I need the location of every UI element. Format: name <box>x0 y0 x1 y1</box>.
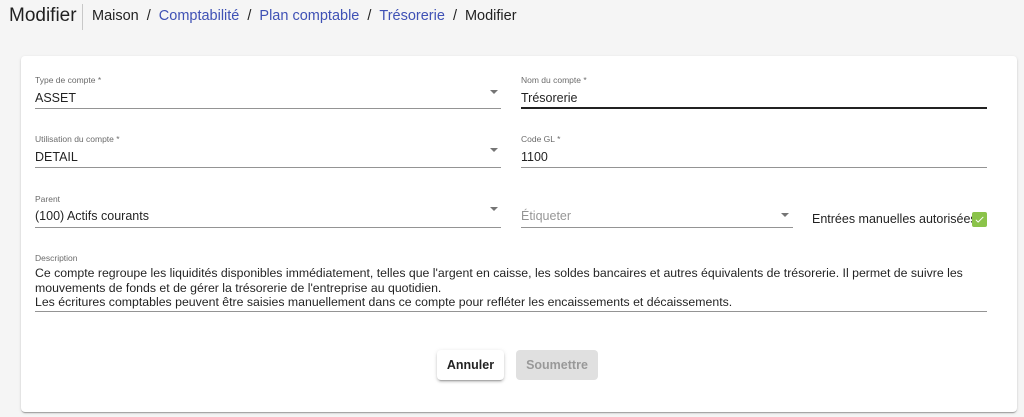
account-name-field[interactable]: Nom du compte * Trésorerie <box>521 75 987 110</box>
gl-code-underline <box>521 167 987 168</box>
account-name-underline <box>521 107 987 109</box>
description-line-1: Ce compte regroupe les liquidités dispon… <box>35 266 963 295</box>
account-type-label: Type de compte * <box>35 75 102 85</box>
breadcrumb-separator: / <box>146 8 151 24</box>
breadcrumb-separator: / <box>247 8 252 24</box>
breadcrumb-treasury-link[interactable]: Trésorerie <box>379 8 445 24</box>
breadcrumb-separator: / <box>367 8 372 24</box>
check-icon <box>975 216 984 223</box>
title-divider <box>82 4 83 30</box>
account-usage-select[interactable]: Utilisation du compte * DETAIL <box>35 134 501 169</box>
chevron-down-icon <box>781 213 789 217</box>
gl-code-field[interactable]: Code GL * 1100 <box>521 134 987 169</box>
parent-value: (100) Actifs courants <box>35 209 149 223</box>
account-type-value: ASSET <box>35 91 76 105</box>
breadcrumb-separator: / <box>452 8 457 24</box>
account-usage-label: Utilisation du compte * <box>35 134 120 144</box>
parent-select[interactable]: Parent (100) Actifs courants <box>35 194 501 229</box>
gl-code-label: Code GL * <box>521 134 561 144</box>
account-name-label: Nom du compte * <box>521 75 587 85</box>
cancel-button[interactable]: Annuler <box>437 350 504 380</box>
description-line-2: Les écritures comptables peuvent être sa… <box>35 295 733 309</box>
tag-placeholder: Étiqueter <box>521 209 572 223</box>
parent-underline <box>35 227 501 228</box>
chevron-down-icon <box>490 207 498 211</box>
description-underline <box>35 311 987 312</box>
account-usage-value: DETAIL <box>35 150 78 164</box>
breadcrumb-accounting-link[interactable]: Comptabilité <box>159 8 240 24</box>
breadcrumb-current: Modifier <box>464 8 517 24</box>
breadcrumb: Maison / Comptabilité / Plan comptable /… <box>92 8 517 24</box>
manual-entries-checkbox[interactable] <box>972 212 987 227</box>
account-type-underline <box>35 108 501 109</box>
submit-button[interactable]: Soumettre <box>516 350 598 380</box>
manual-entries-label: Entrées manuelles autorisées <box>812 212 977 226</box>
tag-select[interactable]: Étiqueter <box>521 194 793 229</box>
breadcrumb-chart-of-accounts-link[interactable]: Plan comptable <box>259 8 359 24</box>
tag-underline <box>521 227 793 228</box>
chevron-down-icon <box>490 148 498 152</box>
account-name-value: Trésorerie <box>521 91 578 105</box>
parent-label: Parent <box>35 194 61 204</box>
account-type-select[interactable]: Type de compte * ASSET <box>35 75 501 110</box>
gl-code-value: 1100 <box>521 150 548 164</box>
description-textarea[interactable]: Ce compte regroupe les liquidités dispon… <box>35 266 980 310</box>
page-title: Modifier <box>9 5 77 26</box>
breadcrumb-home: Maison <box>92 8 139 24</box>
page-header: Modifier Maison / Comptabilité / Plan co… <box>0 0 1024 34</box>
description-label: Description <box>35 253 78 263</box>
chevron-down-icon <box>490 90 498 94</box>
account-usage-underline <box>35 167 501 168</box>
